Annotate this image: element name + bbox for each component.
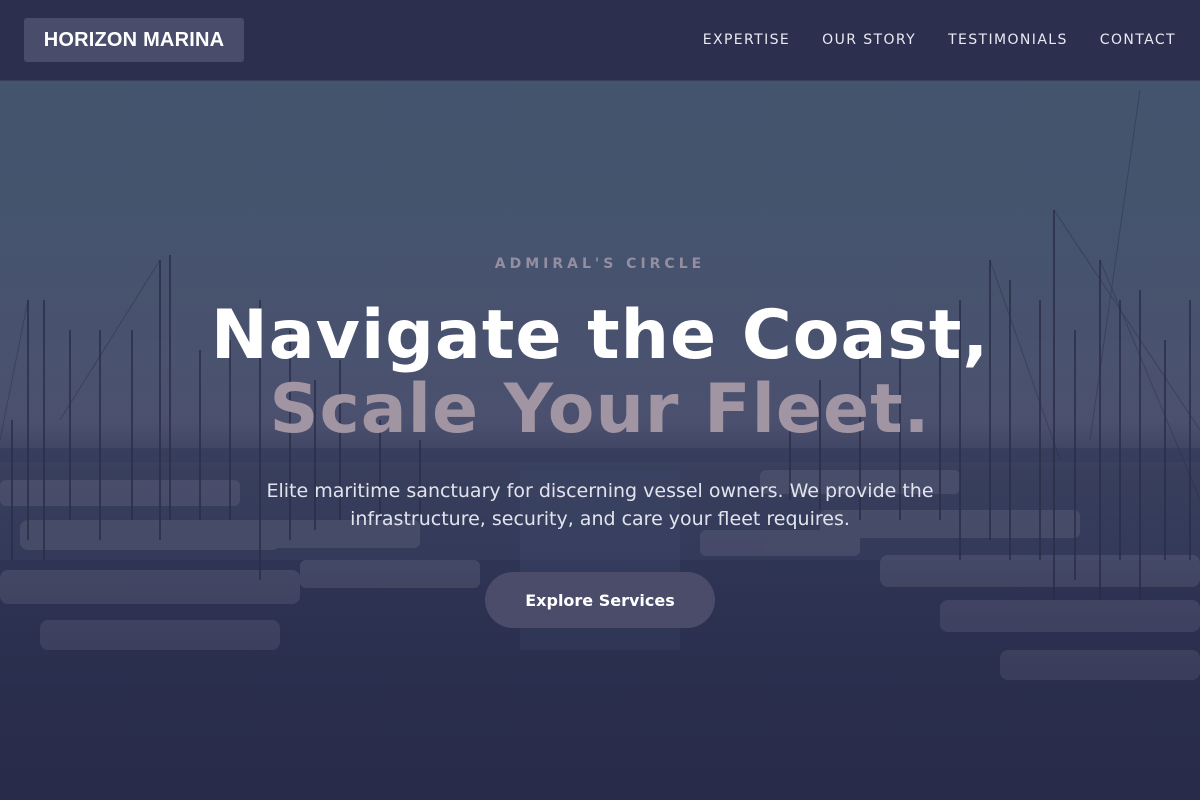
nav-link-testimonials[interactable]: TESTIMONIALS xyxy=(948,30,1068,50)
brand-logo[interactable]: HORIZON MARINA xyxy=(24,18,244,62)
landing-page: HORIZON MARINA EXPERTISE OUR STORY TESTI… xyxy=(0,0,1200,800)
nav-link-our-story[interactable]: OUR STORY xyxy=(822,30,916,50)
hero-subtitle: Elite maritime sanctuary for discerning … xyxy=(266,480,934,530)
hero-eyebrow: ADMIRAL'S CIRCLE xyxy=(494,256,706,272)
main-nav: EXPERTISE OUR STORY TESTIMONIALS CONTACT xyxy=(703,30,1176,50)
nav-link-contact[interactable]: CONTACT xyxy=(1100,30,1176,50)
explore-services-button[interactable]: Explore Services xyxy=(485,572,715,628)
hero-headline-line2: Scale Your Fleet. xyxy=(269,370,931,449)
site-header: HORIZON MARINA EXPERTISE OUR STORY TESTI… xyxy=(0,0,1200,81)
hero-section: ADMIRAL'S CIRCLE Navigate the Coast, Sca… xyxy=(0,0,1200,800)
nav-link-expertise[interactable]: EXPERTISE xyxy=(703,30,790,50)
hero-headline-line1: Navigate the Coast, xyxy=(210,296,990,375)
